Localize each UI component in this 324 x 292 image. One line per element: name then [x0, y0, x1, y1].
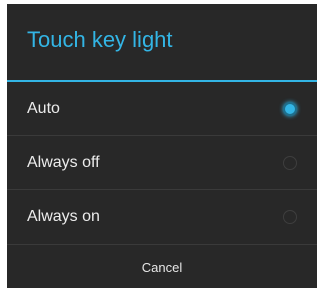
option-auto-label: Auto — [27, 99, 60, 117]
option-auto[interactable]: Auto — [7, 82, 317, 136]
radio-auto-checked-icon[interactable] — [283, 101, 297, 116]
dialog-button-bar: Cancel — [7, 244, 317, 288]
radio-always-off-icon[interactable] — [283, 155, 297, 170]
dialog-title-bar: Touch key light — [7, 4, 317, 80]
option-always-on-label: Always on — [27, 208, 100, 225]
cancel-button[interactable]: Cancel — [102, 250, 222, 285]
option-always-off[interactable]: Always off — [7, 136, 317, 190]
option-always-on[interactable]: Always on — [7, 190, 317, 244]
dialog-title: Touch key light — [27, 27, 173, 52]
option-always-off-label: Always off — [27, 153, 100, 171]
radio-always-on-icon[interactable] — [283, 210, 297, 224]
touch-key-light-dialog: Touch key light Auto Always off Always o… — [7, 4, 317, 288]
